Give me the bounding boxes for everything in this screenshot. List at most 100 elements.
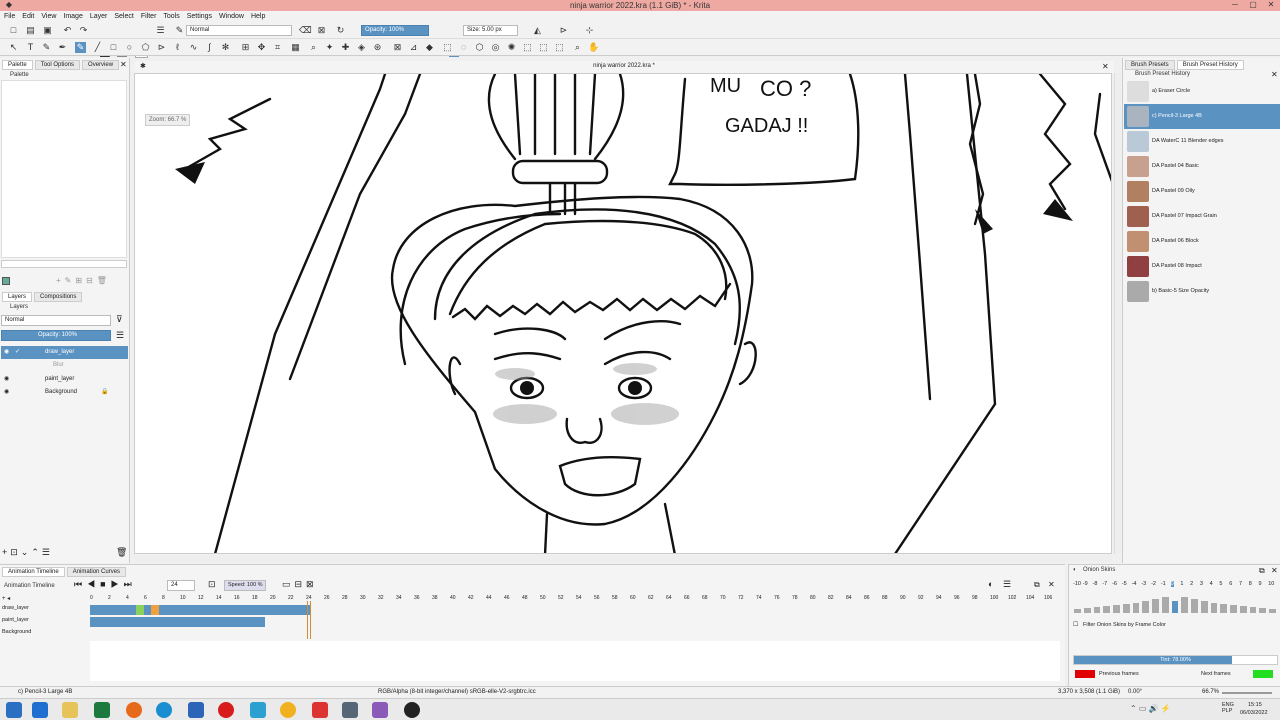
freehand-path-icon[interactable]: ∿	[188, 42, 199, 53]
app-icon[interactable]	[250, 702, 266, 718]
timeline-menu-icon[interactable]: ☰	[1003, 579, 1011, 590]
eye-icon[interactable]: ◉	[4, 373, 9, 386]
layer-row[interactable]: ◉ Background 🔒	[1, 386, 128, 399]
frame-number[interactable]: 10	[180, 595, 186, 601]
calligraphy-icon[interactable]: ✒	[57, 42, 68, 53]
onion-frame-toggle[interactable]: -10	[1073, 581, 1081, 587]
menu-edit[interactable]: Edit	[22, 13, 34, 20]
color-picker-icon[interactable]: ⌕	[308, 42, 319, 53]
file-explorer-icon[interactable]	[62, 702, 78, 718]
status-zoom[interactable]: 66.7%	[1202, 689, 1219, 695]
horizontal-scrollbar[interactable]	[134, 555, 1112, 562]
mirror-horizontal-icon[interactable]: ◭	[532, 25, 543, 36]
onion-frame-numbers[interactable]: -10 -9 -8 -7 -6 -5 -4 -3 -2 -1 0 1 2 3 4 5 6 7 8 9 10	[1073, 581, 1278, 590]
frame-number[interactable]: 86	[864, 595, 870, 601]
onion-opacity-bar[interactable]	[1161, 597, 1169, 613]
float-icon[interactable]: ⧉	[1259, 566, 1265, 576]
tab-layers[interactable]: Layers	[2, 292, 33, 302]
frame-number[interactable]: 18	[252, 595, 258, 601]
tint-slider[interactable]: Tint: 78.00%	[1073, 655, 1278, 665]
edge-icon[interactable]	[156, 702, 172, 718]
frame-number[interactable]: 58	[612, 595, 618, 601]
onion-frame-toggle[interactable]: 6	[1229, 581, 1232, 587]
polygon-select-icon[interactable]: ⬡	[474, 42, 485, 53]
menu-filter[interactable]: Filter	[141, 13, 157, 20]
close-button[interactable]: ✕	[1264, 0, 1278, 9]
current-frame-field[interactable]: 24	[167, 580, 195, 591]
opacity-slider[interactable]: Opacity: 100%	[361, 25, 429, 36]
frame-number[interactable]: 66	[684, 595, 690, 601]
reference-tool-icon[interactable]: ◆	[424, 42, 435, 53]
new-document-icon[interactable]: □	[8, 25, 19, 36]
brush-settings-icon[interactable]: ☰	[155, 25, 166, 36]
lock-icon[interactable]: 🔒	[101, 386, 108, 399]
brush-preset-icon[interactable]: ✎	[174, 25, 185, 36]
frame-number[interactable]: 14	[216, 595, 222, 601]
onion-opacity-bar[interactable]	[1122, 604, 1130, 613]
save-icon[interactable]: ▣	[42, 25, 53, 36]
frame-number[interactable]: 74	[756, 595, 762, 601]
tab-animation-timeline[interactable]: Animation Timeline	[2, 567, 65, 577]
alpha-lock-icon[interactable]: ⊠	[316, 25, 327, 36]
frame-number[interactable]: 84	[846, 595, 852, 601]
onion-frame-toggle[interactable]: 1	[1180, 581, 1183, 587]
onion-opacity-bar[interactable]	[1152, 599, 1159, 613]
onion-frame-toggle[interactable]: -8	[1093, 581, 1098, 587]
timeline-layer-label[interactable]: draw_layer	[2, 605, 29, 611]
frame-number[interactable]: 38	[432, 595, 438, 601]
brush-preset-item[interactable]: DA WaterC 11 Blender edges	[1124, 129, 1280, 154]
onion-frame-toggle[interactable]: -4	[1132, 581, 1137, 587]
onion-frame-toggle[interactable]: -6	[1112, 581, 1117, 587]
eye-icon[interactable]: ◉	[4, 386, 9, 399]
onion-opacity-bar[interactable]	[1200, 601, 1208, 613]
onion-opacity-bar[interactable]	[1132, 603, 1140, 613]
layer-row[interactable]: ◉ paint_layer	[1, 373, 128, 386]
ellipse-tool-icon[interactable]: ○	[124, 42, 135, 53]
tab-brush-presets[interactable]: Brush Presets	[1125, 60, 1175, 70]
frame-number[interactable]: 48	[522, 595, 528, 601]
clock-date[interactable]: 06/03/2022	[1240, 710, 1268, 716]
rect-select-icon[interactable]: ⬚	[442, 42, 453, 53]
palette-swatch-icon[interactable]	[2, 277, 10, 285]
onion-frame-toggle[interactable]: 5	[1219, 581, 1222, 587]
frame-number[interactable]: 34	[396, 595, 402, 601]
onion-frame-toggle[interactable]: 7	[1239, 581, 1242, 587]
close-icon[interactable]: ✕	[1048, 580, 1055, 589]
bezier-tool-icon[interactable]: ℓ	[172, 42, 183, 53]
onion-opacity-bar[interactable]	[1113, 605, 1120, 613]
tab-brush-preset-history[interactable]: Brush Preset History	[1176, 60, 1244, 70]
edge-legacy-icon[interactable]	[32, 702, 48, 718]
frame-number[interactable]: 56	[594, 595, 600, 601]
menu-layer[interactable]: Layer	[90, 13, 108, 20]
keyframe-green[interactable]	[136, 605, 144, 615]
line-tool-icon[interactable]: ╱	[92, 42, 103, 53]
onion-frame-toggle[interactable]: 0	[1170, 581, 1174, 587]
tray-icons[interactable]: ⌃ ▭ 🔊 ⚡	[1130, 704, 1171, 713]
mirror-vertical-icon[interactable]: ⊳	[558, 25, 569, 36]
pan-tool-icon[interactable]: ✋	[588, 42, 599, 53]
onion-frame-toggle[interactable]: 10	[1268, 581, 1274, 587]
frame-number[interactable]: 106	[1044, 595, 1052, 601]
onion-opacity-bar[interactable]	[1191, 599, 1198, 613]
maximize-button[interactable]: ▢	[1246, 0, 1260, 9]
screen-recorder-icon[interactable]	[342, 702, 358, 718]
brush-preset-item[interactable]: DA Pastel 09 Oily	[1124, 179, 1280, 204]
dynamic-brush-icon[interactable]: ∫	[204, 42, 215, 53]
onion-opacity-bar[interactable]	[1269, 609, 1276, 613]
menu-window[interactable]: Window	[219, 13, 244, 20]
frame-number[interactable]: 22	[288, 595, 294, 601]
frame-number[interactable]: 30	[360, 595, 366, 601]
frame-number[interactable]: 78	[792, 595, 798, 601]
frame-number[interactable]: 20	[270, 595, 276, 601]
select-shapes-icon[interactable]: ↖	[8, 42, 19, 53]
frame-number[interactable]: 70	[720, 595, 726, 601]
drawing-canvas[interactable]: Zoom: 66.7 % MU CO ? GADAJ !!	[134, 73, 1112, 554]
frame-number[interactable]: 104	[1026, 595, 1034, 601]
menu-file[interactable]: File	[4, 13, 15, 20]
crop-tool-icon[interactable]: ⌗	[272, 42, 283, 53]
onion-opacity-bar[interactable]	[1074, 609, 1081, 613]
onion-frame-toggle[interactable]: -1	[1161, 581, 1166, 587]
onion-frame-toggle[interactable]: -3	[1141, 581, 1146, 587]
float-icon[interactable]: ⧉	[1034, 580, 1040, 590]
paint-layer-frames[interactable]	[90, 617, 265, 627]
